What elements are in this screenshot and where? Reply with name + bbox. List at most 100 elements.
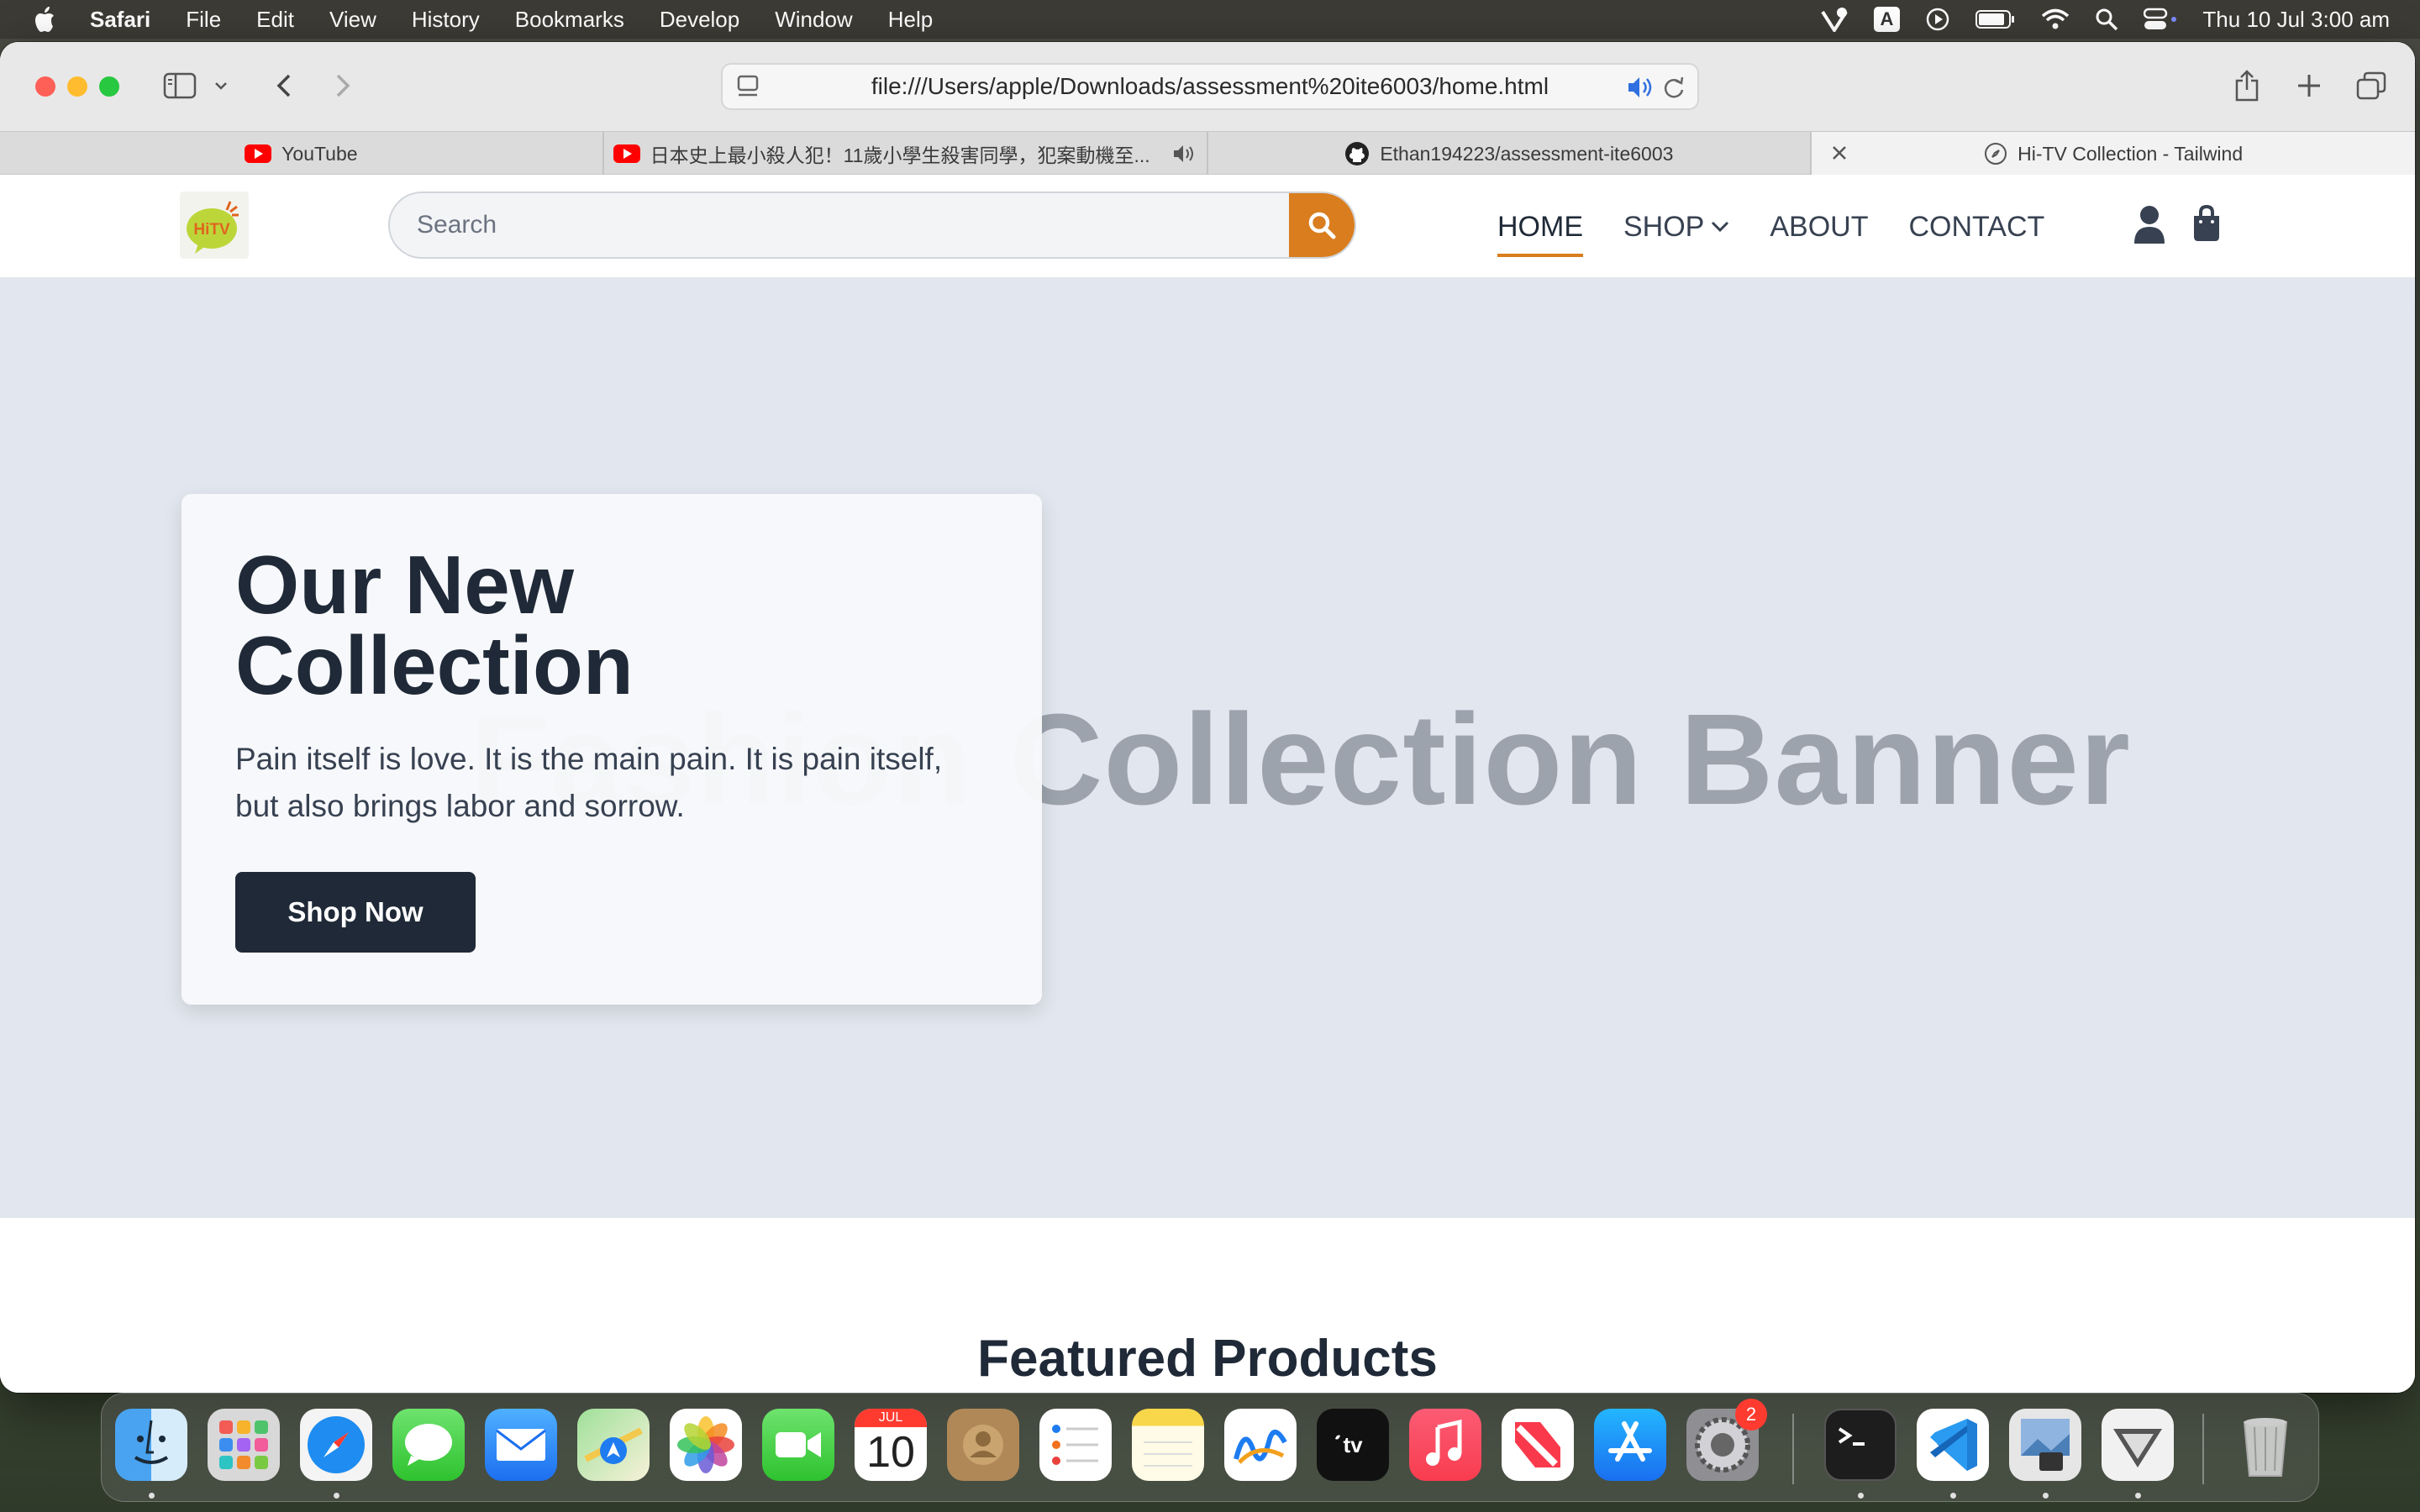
tab-github[interactable]: Ethan194223/assessment-ite6003 <box>1208 132 1812 176</box>
close-window-button[interactable] <box>35 76 55 97</box>
finder-icon[interactable] <box>115 1409 187 1481</box>
shop-now-button[interactable]: Shop Now <box>235 872 476 953</box>
running-indicator <box>149 1493 155 1499</box>
nav-contact[interactable]: CONTACT <box>1908 211 2044 244</box>
site-header: HiTV HOME SHOP ABOUT CONTACT <box>0 175 2415 279</box>
photos-icon[interactable] <box>670 1409 742 1481</box>
vpn-icon[interactable] <box>2102 1409 2174 1481</box>
forward-button[interactable] <box>324 67 361 104</box>
contacts-icon[interactable] <box>947 1409 1019 1481</box>
site-search <box>388 192 1356 259</box>
safari-icon[interactable] <box>300 1409 372 1481</box>
battery-icon[interactable] <box>1975 9 2016 29</box>
calendar-month: JUL <box>855 1409 927 1427</box>
launchpad-icon[interactable] <box>208 1409 280 1481</box>
menu-bookmarks[interactable]: Bookmarks <box>515 7 624 33</box>
calendar-icon[interactable]: JUL 10 <box>855 1409 927 1481</box>
notification-badge: 2 <box>1735 1399 1767 1431</box>
compass-icon <box>1985 143 2007 165</box>
tab-overview-icon[interactable] <box>2353 67 2390 104</box>
tab-title: 日本史上最小殺人犯！11歲小學生殺害同學，犯案動機至... <box>650 144 1150 166</box>
menu-edit[interactable]: Edit <box>256 7 294 33</box>
menu-file[interactable]: File <box>186 7 221 33</box>
browser-toolbar: file:///Users/apple/Downloads/assessment… <box>0 42 2415 131</box>
facetime-icon[interactable] <box>762 1409 834 1481</box>
tv-icon[interactable]: tv <box>1317 1409 1389 1481</box>
news-icon[interactable] <box>1502 1409 1574 1481</box>
back-button[interactable] <box>266 67 302 104</box>
tab-audio-icon[interactable] <box>1172 143 1197 165</box>
trash-icon[interactable] <box>2229 1409 2302 1481</box>
reload-icon[interactable] <box>1662 75 1686 100</box>
chevron-down-icon <box>1712 221 1729 233</box>
search-button[interactable] <box>1289 193 1355 257</box>
apple-menu-icon[interactable] <box>34 5 59 34</box>
input-source-indicator[interactable]: A <box>1873 7 1901 32</box>
hero-banner: Fashion Collection Banner Our New Collec… <box>0 279 2415 1218</box>
menu-develop[interactable]: Develop <box>660 7 739 33</box>
terminal-icon[interactable] <box>1824 1409 1897 1481</box>
search-icon <box>1308 212 1336 239</box>
tab-hitv-active[interactable]: Hi-TV Collection - Tailwind <box>1812 132 2415 176</box>
tab-title: YouTube <box>281 142 358 165</box>
running-indicator <box>334 1493 339 1499</box>
control-center-icon[interactable] <box>2144 8 2177 31</box>
nav-home[interactable]: HOME <box>1497 211 1583 257</box>
browser-window: file:///Users/apple/Downloads/assessment… <box>0 42 2415 1393</box>
mail-icon[interactable] <box>485 1409 557 1481</box>
main-nav: HOME SHOP ABOUT CONTACT <box>1497 175 2085 279</box>
svg-text:tv: tv <box>1343 1432 1363 1457</box>
search-input[interactable] <box>390 193 1292 257</box>
dock: JUL 10 tv 2 <box>101 1393 2319 1502</box>
running-indicator <box>1858 1493 1864 1499</box>
web-page: HiTV HOME SHOP ABOUT CONTACT <box>0 175 2415 1393</box>
user-account-icon[interactable] <box>2133 205 2166 244</box>
tab-youtube[interactable]: YouTube <box>0 132 604 176</box>
nav-about[interactable]: ABOUT <box>1770 211 1868 244</box>
share-icon[interactable] <box>2228 67 2265 104</box>
github-icon <box>1345 142 1370 165</box>
nav-shop[interactable]: SHOP <box>1623 211 1729 244</box>
maps-icon[interactable] <box>577 1409 650 1481</box>
fullscreen-window-button[interactable] <box>99 76 119 97</box>
minimize-window-button[interactable] <box>67 76 87 97</box>
preview-icon[interactable] <box>2009 1409 2081 1481</box>
notes-icon[interactable] <box>1132 1409 1204 1481</box>
tab-youtube-video[interactable]: 日本史上最小殺人犯！11歲小學生殺害同學，犯案動機至... <box>604 132 1208 176</box>
reminders-icon[interactable] <box>1039 1409 1112 1481</box>
menubar-clock[interactable]: Thu 10 Jul 3:00 am <box>2202 7 2390 33</box>
sidebar-toggle-icon[interactable] <box>161 67 198 104</box>
messages-icon[interactable] <box>392 1409 465 1481</box>
music-icon[interactable] <box>1409 1409 1481 1481</box>
hero-description: Pain itself is love. It is the main pain… <box>235 742 943 823</box>
vpn-status-icon[interactable] <box>1820 7 1849 32</box>
youtube-icon <box>613 144 640 163</box>
menu-bar: Safari File Edit View History Bookmarks … <box>0 0 2420 39</box>
menu-window[interactable]: Window <box>775 7 852 33</box>
address-bar[interactable]: file:///Users/apple/Downloads/assessment… <box>721 63 1699 110</box>
close-tab-icon[interactable] <box>1830 144 1849 162</box>
vscode-icon[interactable] <box>1917 1409 1989 1481</box>
app-store-icon[interactable] <box>1594 1409 1666 1481</box>
spotlight-search-icon[interactable] <box>2095 8 2118 31</box>
featured-products-section: Featured Products <box>0 1218 2415 1393</box>
svg-text:HiTV: HiTV <box>193 221 230 239</box>
menu-help[interactable]: Help <box>888 7 933 33</box>
featured-products-title: Featured Products <box>977 1330 1438 1388</box>
url-text[interactable]: file:///Users/apple/Downloads/assessment… <box>871 65 1549 108</box>
tab-group-chevron-icon[interactable] <box>208 67 234 104</box>
calendar-day: 10 <box>866 1428 915 1477</box>
site-logo[interactable]: HiTV <box>180 192 249 259</box>
shopping-bag-icon[interactable] <box>2191 205 2222 242</box>
freeform-icon[interactable] <box>1224 1409 1297 1481</box>
hero-card: Our New Collection Pain itself is love. … <box>182 494 1042 1005</box>
new-tab-icon[interactable] <box>2291 67 2328 104</box>
wifi-icon[interactable] <box>2041 8 2070 30</box>
tab-audio-icon[interactable] <box>1627 75 1654 100</box>
menu-history[interactable]: History <box>412 7 480 33</box>
menu-view[interactable]: View <box>329 7 376 33</box>
hero-title: Our New Collection <box>235 538 634 711</box>
now-playing-icon[interactable] <box>1925 7 1950 32</box>
page-menu-icon[interactable] <box>736 75 760 100</box>
menu-app-name[interactable]: Safari <box>90 7 150 33</box>
